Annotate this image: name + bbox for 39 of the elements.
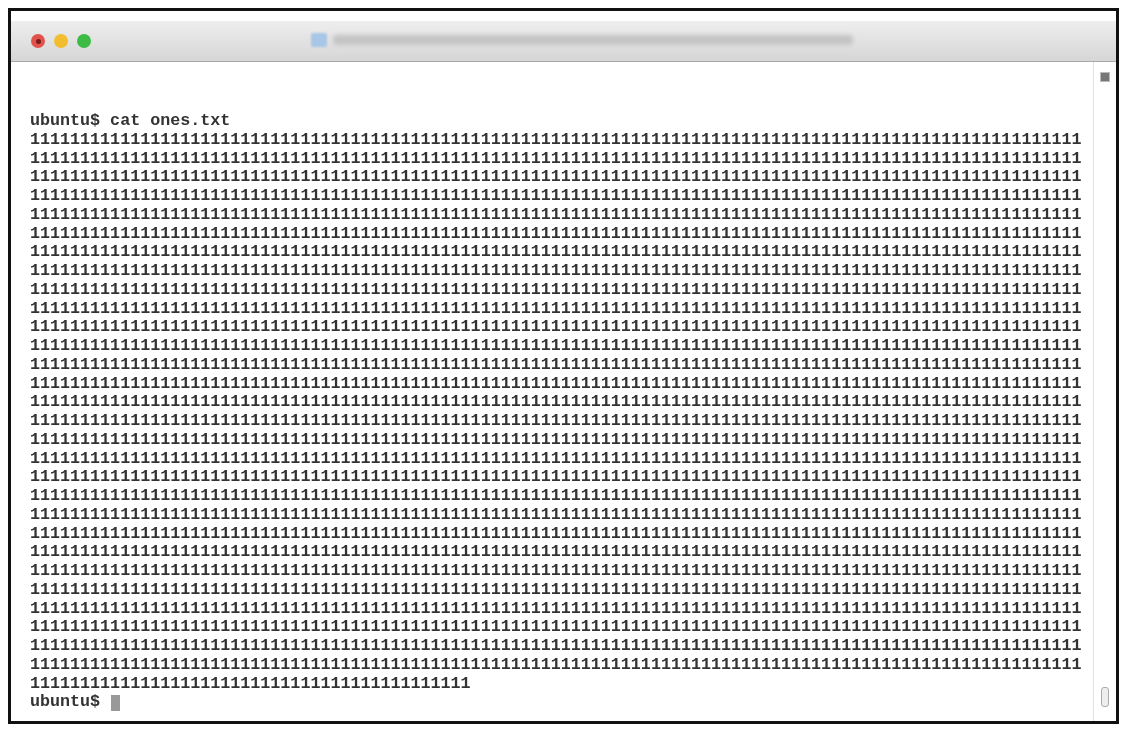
output-line: 111111111111111111111111111111111111111111111111111111111111111111111111111111111111111111111111111111111: [30, 618, 1083, 637]
output-line: 111111111111111111111111111111111111111111111111111111111111111111111111111111111111111111111111111111111: [30, 487, 1083, 506]
blurred-icon: [311, 33, 327, 47]
output-line: 111111111111111111111111111111111111111111111111111111111111111111111111111111111111111111111111111111111: [30, 168, 1083, 187]
shell-prompt: ubuntu$: [30, 693, 101, 712]
output-line: 111111111111111111111111111111111111111111111111111111111111111111111111111111111111111111111111111111111: [30, 655, 1083, 675]
output-line: 111111111111111111111111111111111111111111111111111111111111111111111111111111111111111111111111111111111: [30, 599, 1083, 619]
output-line: 111111111111111111111111111111111111111111111111111111111111111111111111111111111111111111111111111111111: [30, 224, 1083, 244]
scroll-thumb[interactable]: [1101, 687, 1109, 707]
output-line: 11111111111111111111111111111111111111111111: [30, 674, 472, 694]
output-line: 111111111111111111111111111111111111111111111111111111111111111111111111111111111111111111111111111111111: [30, 562, 1083, 581]
output-line: 111111111111111111111111111111111111111111111111111111111111111111111111111111111111111111111111111111111: [30, 580, 1083, 600]
output-line: 111111111111111111111111111111111111111111111111111111111111111111111111111111111111111111111111111111111: [30, 337, 1083, 356]
output-line: 111111111111111111111111111111111111111111111111111111111111111111111111111111111111111111111111111111111: [30, 543, 1083, 562]
command-line: ubuntu$ cat ones.txt: [30, 112, 232, 131]
output-line: 111111111111111111111111111111111111111111111111111111111111111111111111111111111111111111111111111111111: [30, 243, 1083, 262]
output-line: 111111111111111111111111111111111111111111111111111111111111111111111111111111111111111111111111111111111: [30, 262, 1083, 281]
zoom-button[interactable]: [77, 34, 91, 48]
output-line: 111111111111111111111111111111111111111111111111111111111111111111111111111111111111111111111111111111111: [30, 205, 1083, 225]
close-button[interactable]: [31, 34, 45, 48]
output-line: 111111111111111111111111111111111111111111111111111111111111111111111111111111111111111111111111111111111: [30, 299, 1083, 319]
output-line: 111111111111111111111111111111111111111111111111111111111111111111111111111111111111111111111111111111111: [30, 524, 1083, 544]
output-line: 111111111111111111111111111111111111111111111111111111111111111111111111111111111111111111111111111111111: [30, 393, 1083, 412]
output-line: 111111111111111111111111111111111111111111111111111111111111111111111111111111111111111111111111111111111: [30, 130, 1083, 150]
scroll-thumb[interactable]: [1100, 72, 1110, 82]
text-cursor: [111, 694, 121, 711]
output-line: 111111111111111111111111111111111111111111111111111111111111111111111111111111111111111111111111111111111: [30, 637, 1083, 656]
minimize-button[interactable]: [54, 34, 68, 48]
output-line: 111111111111111111111111111111111111111111111111111111111111111111111111111111111111111111111111111111111: [30, 374, 1083, 394]
output-line: 111111111111111111111111111111111111111111111111111111111111111111111111111111111111111111111111111111111: [30, 430, 1083, 450]
output-line: 111111111111111111111111111111111111111111111111111111111111111111111111111111111111111111111111111111111: [30, 280, 1083, 300]
output-line: 111111111111111111111111111111111111111111111111111111111111111111111111111111111111111111111111111111111: [30, 505, 1083, 525]
output-line: 111111111111111111111111111111111111111111111111111111111111111111111111111111111111111111111111111111111: [30, 355, 1083, 375]
output-line: 111111111111111111111111111111111111111111111111111111111111111111111111111111111111111111111111111111111: [30, 187, 1083, 206]
output-line: 111111111111111111111111111111111111111111111111111111111111111111111111111111111111111111111111111111111: [30, 412, 1083, 431]
output-line: 111111111111111111111111111111111111111111111111111111111111111111111111111111111111111111111111111111111: [30, 149, 1083, 169]
output-line: 111111111111111111111111111111111111111111111111111111111111111111111111111111111111111111111111111111111: [30, 449, 1083, 469]
output-line: 111111111111111111111111111111111111111111111111111111111111111111111111111111111111111111111111111111111: [30, 468, 1083, 487]
output-line: 111111111111111111111111111111111111111111111111111111111111111111111111111111111111111111111111111111111: [30, 318, 1083, 337]
